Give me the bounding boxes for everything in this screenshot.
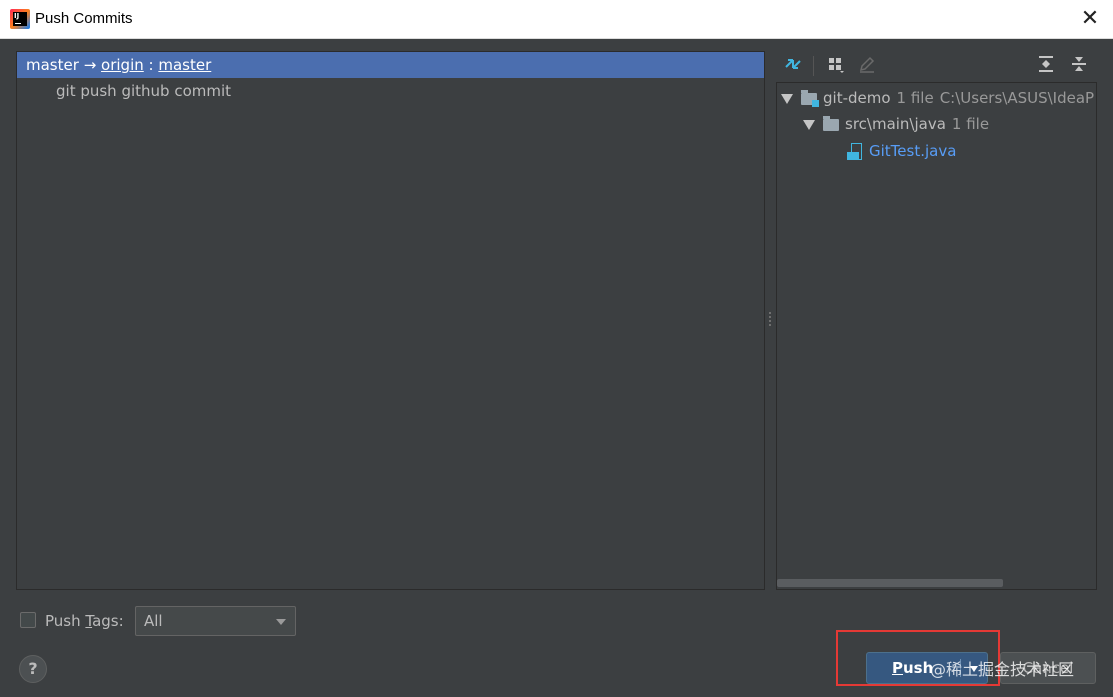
tree-file-node[interactable]: GitTest.java — [847, 138, 956, 164]
local-branch: master — [26, 56, 79, 74]
changes-tree: git-demo 1 file C:\Users\ASUS\IdeaP src\ma… — [776, 82, 1097, 590]
intellij-app-icon: IJ — [10, 9, 30, 29]
push-tags-label: Push Tags: — [45, 612, 124, 630]
java-file-icon — [847, 142, 863, 161]
branch-mapping-row[interactable]: master → origin : master — [17, 52, 764, 78]
title-bar: IJ Push Commits ✕ — [0, 0, 1113, 39]
expand-arrow-icon[interactable] — [803, 119, 815, 130]
folder-icon — [823, 115, 839, 131]
chevron-down-icon — [276, 619, 286, 625]
root-name: git-demo — [823, 89, 891, 107]
tree-folder-node[interactable]: src\main\java 1 file — [803, 111, 989, 137]
close-icon[interactable]: ✕ — [1075, 4, 1105, 34]
remote-name-link[interactable]: origin — [101, 56, 144, 74]
file-name: GitTest.java — [869, 142, 957, 160]
root-path: C:\Users\ASUS\IdeaP — [939, 89, 1095, 107]
tags-select[interactable]: All — [135, 606, 296, 636]
scrollbar-thumb[interactable] — [777, 579, 1003, 587]
tags-select-value: All — [144, 612, 163, 630]
folder-file-count: 1 file — [951, 115, 990, 133]
expand-all-icon[interactable] — [1035, 54, 1057, 76]
edit-icon[interactable] — [856, 54, 878, 76]
remote-branch-link[interactable]: master — [158, 56, 211, 74]
compare-icon[interactable] — [782, 54, 804, 76]
help-button[interactable]: ? — [19, 655, 47, 683]
tree-root-node[interactable]: git-demo 1 file C:\Users\ASUS\IdeaP — [781, 85, 1094, 111]
commits-panel: master → origin : master git push github… — [16, 51, 765, 590]
window-title: Push Commits — [35, 10, 133, 27]
commit-item[interactable]: git push github commit — [17, 78, 764, 104]
arrow-icon: → — [83, 56, 97, 74]
watermark: @稀土掘金技术社区 — [930, 660, 1075, 679]
expand-arrow-icon[interactable] — [781, 93, 793, 104]
root-file-count: 1 file — [896, 89, 934, 107]
push-tags-checkbox[interactable] — [20, 612, 36, 628]
collapse-all-icon[interactable] — [1068, 54, 1090, 76]
toolbar-divider — [813, 56, 814, 76]
horizontal-scrollbar[interactable] — [777, 577, 1096, 589]
splitter-handle[interactable] — [768, 310, 772, 330]
folder-name: src\main\java — [845, 115, 946, 133]
module-folder-icon — [801, 89, 819, 107]
group-by-icon[interactable] — [825, 54, 847, 76]
branch-separator: : — [143, 56, 159, 74]
